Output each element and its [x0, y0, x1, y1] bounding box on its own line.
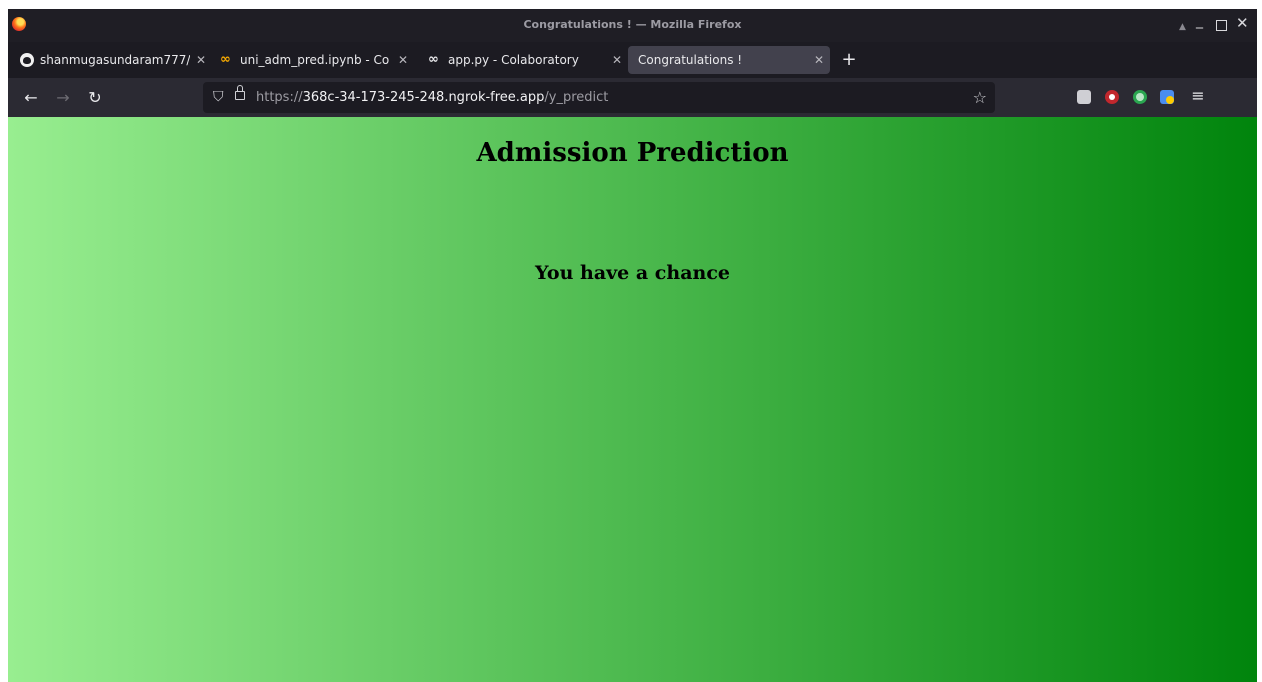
page-title: Admission Prediction [476, 138, 789, 168]
tab-title: shanmugasundaram777/ [40, 53, 190, 67]
url-host: 368c-34-173-245-248.ngrok-free.app [302, 90, 545, 105]
window-shade-icon[interactable]: ▲ [1179, 19, 1186, 35]
ublock-origin-icon[interactable] [1105, 90, 1119, 104]
close-tab-icon[interactable]: ✕ [814, 46, 824, 74]
url-path: /y_predict [544, 90, 609, 105]
maximize-icon[interactable] [1216, 20, 1227, 31]
github-icon [20, 53, 34, 67]
extension-icon[interactable] [1133, 90, 1147, 104]
tab-strip: shanmugasundaram777/ ✕ ∞ uni_adm_pred.ip… [8, 42, 1257, 78]
hamburger-menu-icon[interactable]: ≡ [1187, 86, 1209, 105]
close-window-icon[interactable]: ✕ [1236, 15, 1249, 31]
colab-icon: ∞ [220, 52, 231, 67]
tab-github[interactable]: shanmugasundaram777/ ✕ [12, 46, 212, 74]
navigation-bar: ← → ↻ ⛉ https://368c-34-173-245-248.ngro… [8, 78, 1257, 117]
close-tab-icon[interactable]: ✕ [612, 46, 622, 74]
extension-icon[interactable] [1160, 90, 1174, 104]
reload-button[interactable]: ↻ [84, 87, 106, 109]
new-tab-button[interactable]: + [838, 46, 860, 74]
tab-title: app.py - Colaboratory [448, 53, 579, 67]
prediction-result: You have a chance [535, 262, 730, 284]
lock-icon[interactable] [235, 85, 245, 100]
tab-title: Congratulations ! [638, 53, 743, 67]
tab-congratulations[interactable]: Congratulations ! ✕ [628, 46, 830, 74]
url-scheme: https:// [256, 90, 303, 105]
extension-icon[interactable] [1077, 90, 1091, 104]
browser-window: Congratulations ! — Mozilla Firefox ▲ _ … [8, 9, 1257, 682]
tab-title: uni_adm_pred.ipynb - Co [240, 53, 390, 67]
url-text[interactable]: https://368c-34-173-245-248.ngrok-free.a… [256, 82, 608, 113]
back-button[interactable]: ← [20, 87, 42, 109]
url-bar[interactable]: ⛉ https://368c-34-173-245-248.ngrok-free… [203, 82, 995, 113]
colab-icon: ∞ [428, 52, 439, 67]
bookmark-star-icon[interactable]: ☆ [973, 82, 987, 113]
tab-app-py[interactable]: ∞ app.py - Colaboratory ✕ [420, 46, 628, 74]
close-tab-icon[interactable]: ✕ [196, 46, 206, 74]
forward-button[interactable]: → [52, 87, 74, 109]
page-content: Admission Prediction You have a chance [8, 117, 1257, 682]
window-title: Congratulations ! — Mozilla Firefox [523, 18, 742, 31]
close-tab-icon[interactable]: ✕ [398, 46, 408, 74]
tab-uni-adm-pred[interactable]: ∞ uni_adm_pred.ipynb - Co ✕ [212, 46, 414, 74]
tracking-protection-shield-icon[interactable]: ⛉ [213, 82, 224, 113]
title-bar: Congratulations ! — Mozilla Firefox ▲ _ … [8, 9, 1257, 42]
minimize-icon[interactable]: _ [1196, 13, 1203, 29]
